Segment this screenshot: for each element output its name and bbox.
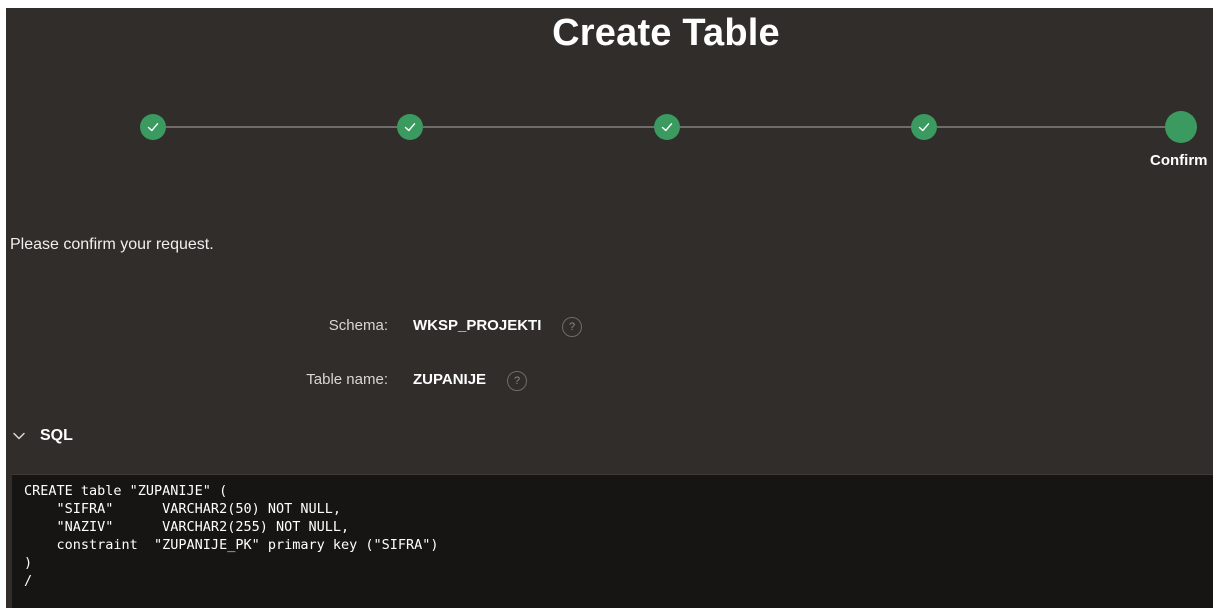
table-name-label: Table name: [306,371,388,388]
page-title: Create Table [552,12,780,54]
wizard-step-3-complete [654,114,680,140]
schema-help-icon[interactable]: ? [562,317,582,337]
schema-value: WKSP_PROJEKTI [413,317,542,334]
wizard-step-5-current [1165,111,1197,143]
check-icon [147,123,159,132]
check-icon [918,123,930,132]
wizard-step-label-confirm: Confirm [1150,152,1208,169]
create-table-dialog: Create Table Confirm Please confirm your… [6,8,1213,608]
check-icon [661,123,673,132]
table-name-help-icon[interactable]: ? [507,371,527,391]
schema-label: Schema: [328,317,388,334]
sql-code-block: CREATE table "ZUPANIJE" ( "SIFRA" VARCHA… [12,474,1213,608]
confirm-message: Please confirm your request. [10,236,214,253]
table-name-value: ZUPANIJE [413,371,487,388]
sql-section-toggle[interactable]: SQL [12,427,73,445]
sql-section-label: SQL [40,427,73,444]
wizard-step-1-complete [140,114,166,140]
wizard-step-2-complete [397,114,423,140]
sql-code-line: constraint "ZUPANIJE_PK" primary key ("S… [24,537,439,553]
sql-code-line: / [24,573,33,589]
sql-code-line: "SIFRA" VARCHAR2(50) NOT NULL, [24,501,341,517]
sql-code-line: CREATE table "ZUPANIJE" ( [24,483,228,499]
chevron-down-icon [13,432,25,440]
sql-code-line: ) [24,555,33,571]
check-icon [404,123,416,132]
wizard-step-4-complete [911,114,937,140]
sql-code-line: "NAZIV" VARCHAR2(255) NOT NULL, [24,519,350,535]
